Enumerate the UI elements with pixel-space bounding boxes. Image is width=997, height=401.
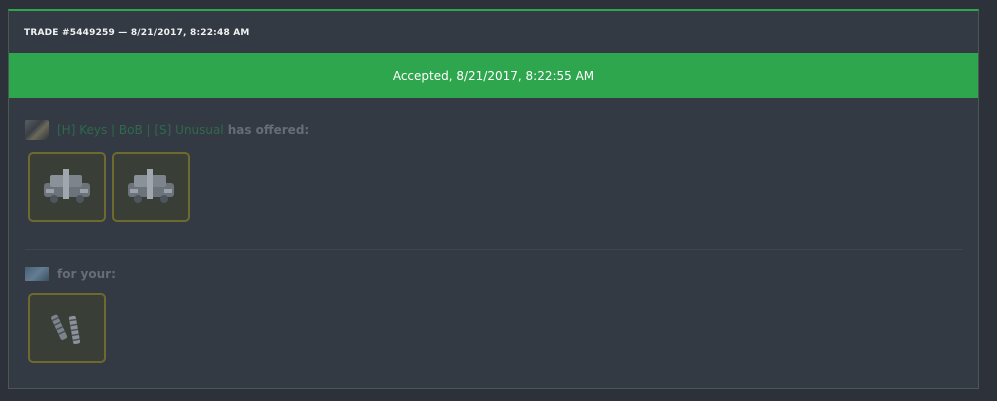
offer-line: [H] Keys | BoB | [S] Unusual has offered…: [25, 120, 309, 140]
offer-suffix: has offered:: [227, 123, 310, 137]
robot-part-icon: [44, 169, 90, 203]
received-item-slot[interactable]: [28, 293, 106, 363]
robot-part-icon: [128, 169, 174, 203]
metal-pieces-icon: [51, 314, 81, 344]
offerer-avatar[interactable]: [25, 120, 49, 140]
received-items: [28, 293, 106, 363]
offerer-username[interactable]: [H] Keys | BoB | [S] Unusual: [57, 123, 224, 137]
status-text: Accepted, 8/21/2017, 8:22:55 AM: [392, 68, 595, 83]
trade-header: TRADE #5449259 — 8/21/2017, 8:22:48 AM: [24, 28, 250, 38]
offered-item-slot[interactable]: [28, 152, 106, 222]
offered-item-slot[interactable]: [112, 152, 190, 222]
offered-items: [28, 152, 190, 222]
receive-line: for your:: [25, 267, 116, 281]
divider: [25, 249, 963, 250]
status-bar: Accepted, 8/21/2017, 8:22:55 AM: [9, 53, 978, 98]
trade-panel: TRADE #5449259 — 8/21/2017, 8:22:48 AM A…: [8, 9, 979, 389]
receive-label: for your:: [57, 267, 116, 281]
user-avatar[interactable]: [25, 267, 49, 281]
